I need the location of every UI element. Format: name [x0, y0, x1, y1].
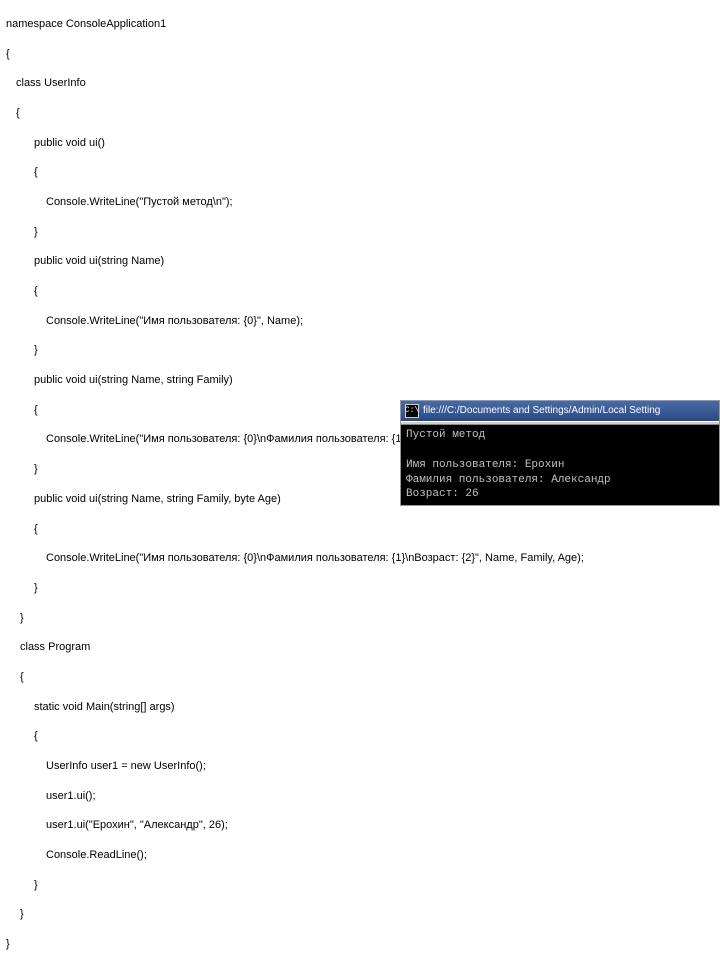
console-title-text: file:///C:/Documents and Settings/Admin/… [423, 404, 660, 418]
code-line: UserInfo user1 = new UserInfo(); [6, 759, 714, 774]
code-line: } [6, 225, 714, 240]
code-line: public void ui() [6, 136, 714, 151]
console-line: Возраст: 26 [406, 488, 479, 500]
code-line: { [6, 670, 714, 685]
code-line: } [6, 581, 714, 596]
code-line: } [6, 937, 714, 952]
code-line: Console.WriteLine("Имя пользователя: {0}… [6, 551, 714, 566]
code-line: { [6, 729, 714, 744]
code-line: { [6, 47, 714, 62]
code-line: class Program [6, 640, 714, 655]
code-line: public void ui(string Name, string Famil… [6, 373, 714, 388]
code-line: user1.ui("Ерохин", "Александр", 26); [6, 818, 714, 833]
code-line: user1.ui(); [6, 789, 714, 804]
console-output: Пустой метод Имя пользователя: Ерохин Фа… [401, 425, 719, 505]
code-line: static void Main(string[] args) [6, 700, 714, 715]
console-line: Пустой метод [406, 429, 485, 441]
code-line: { [6, 165, 714, 180]
code-line: { [6, 106, 714, 121]
console-line: Фамилия пользователя: Александр [406, 474, 611, 486]
console-window: C:\ file:///C:/Documents and Settings/Ad… [400, 400, 720, 506]
console-line: Имя пользователя: Ерохин [406, 459, 564, 471]
code-line: public void ui(string Name) [6, 254, 714, 269]
code-line: namespace ConsoleApplication1 [6, 17, 714, 32]
code-line: class UserInfo [6, 76, 714, 91]
code-line: } [6, 343, 714, 358]
code-line: { [6, 284, 714, 299]
code-line: Console.WriteLine("Имя пользователя: {0}… [6, 314, 714, 329]
code-line: Console.WriteLine("Пустой метод\n"); [6, 195, 714, 210]
code-line: Console.ReadLine(); [6, 848, 714, 863]
code-line: } [6, 907, 714, 922]
console-titlebar[interactable]: C:\ file:///C:/Documents and Settings/Ad… [401, 401, 719, 421]
console-icon: C:\ [405, 404, 419, 418]
code-line: } [6, 878, 714, 893]
code-line: { [6, 522, 714, 537]
code-line: } [6, 611, 714, 626]
